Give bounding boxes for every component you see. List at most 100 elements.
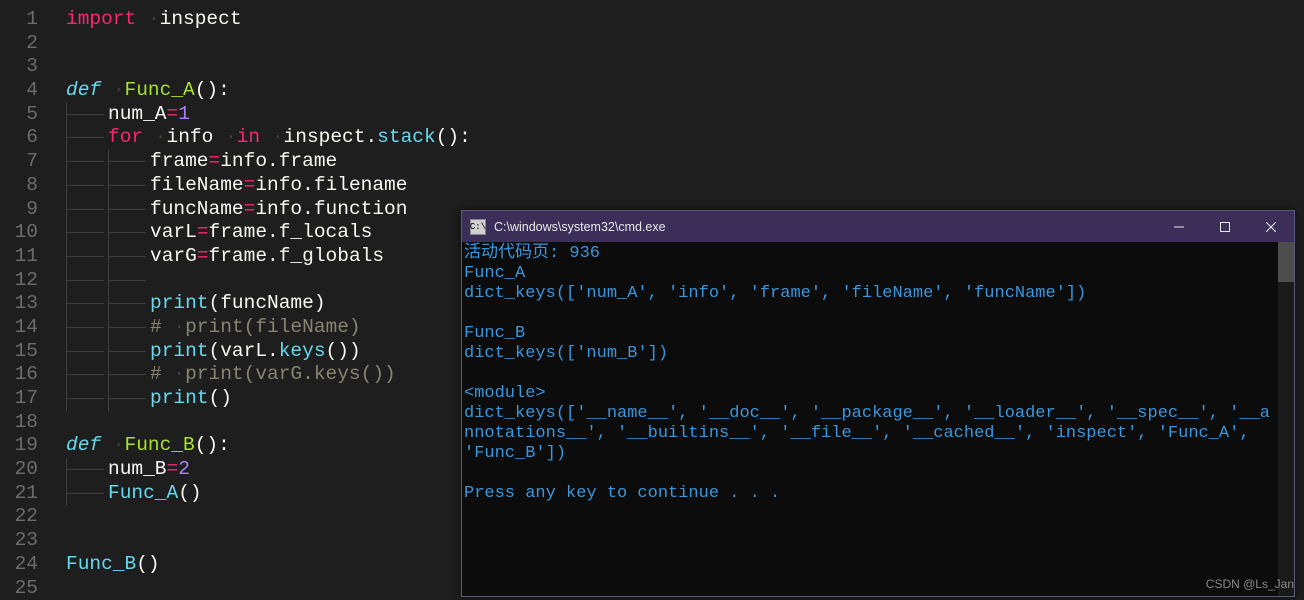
token-ident: fileName [150, 174, 244, 196]
token-ident: info [255, 198, 302, 220]
line-number: 2 [0, 32, 38, 56]
token-ws-dot: · [113, 434, 125, 456]
token-call-fn: Func_A [108, 482, 178, 504]
line-number: 24 [0, 553, 38, 577]
token-ident: info [220, 150, 267, 172]
token-ws [260, 126, 272, 148]
token-ident: varL [150, 221, 197, 243]
console-window[interactable]: C:\ C:\windows\system32\cmd.exe 活动代码页: 9… [461, 210, 1295, 597]
token-op: = [197, 245, 209, 267]
token-op: = [209, 150, 221, 172]
minimize-icon [1174, 222, 1184, 232]
token-ident: inspect [160, 8, 242, 30]
line-number: 11 [0, 245, 38, 269]
token-ident: funcName [150, 198, 244, 220]
token-kw-import: import [66, 8, 136, 30]
code-line[interactable]: import ·inspect [66, 8, 1304, 32]
line-number: 5 [0, 103, 38, 127]
close-button[interactable] [1248, 211, 1294, 242]
token-ident: num_B [108, 458, 167, 480]
line-number: 23 [0, 529, 38, 553]
close-icon [1266, 222, 1276, 232]
line-number: 20 [0, 458, 38, 482]
console-scroll-thumb[interactable] [1278, 242, 1294, 282]
token-ws [101, 79, 113, 101]
token-op: = [244, 174, 256, 196]
token-ident: filename [314, 174, 408, 196]
token-ident: f_globals [279, 245, 384, 267]
token-ws-dot: · [148, 8, 160, 30]
token-paren: ( [209, 292, 221, 314]
token-ident: inspect [284, 126, 366, 148]
token-comment: print(varG.keys()) [185, 363, 396, 385]
token-kw-def: def [66, 434, 101, 456]
maximize-button[interactable] [1202, 211, 1248, 242]
token-paren: ) [314, 292, 326, 314]
code-line[interactable]: def ·Func_A(): [66, 79, 1304, 103]
token-call-fn: print [150, 292, 209, 314]
token-ident: funcName [220, 292, 314, 314]
token-dot: . [267, 245, 279, 267]
line-number: 10 [0, 221, 38, 245]
code-line[interactable]: fileName=info.filename [66, 174, 1304, 198]
token-ws-dot: · [225, 126, 237, 148]
token-dot: . [302, 198, 314, 220]
console-scrollbar[interactable] [1278, 242, 1294, 596]
token-ws-dot: · [272, 126, 284, 148]
token-ws [101, 434, 113, 456]
token-ident: : [459, 126, 471, 148]
token-paren: ) [349, 340, 361, 362]
token-ws [143, 126, 155, 148]
token-op: = [197, 221, 209, 243]
token-ident: varG [150, 245, 197, 267]
line-number: 25 [0, 577, 38, 600]
line-number: 6 [0, 126, 38, 150]
line-number: 14 [0, 316, 38, 340]
line-number: 3 [0, 55, 38, 79]
line-number: 19 [0, 434, 38, 458]
code-line[interactable]: num_A=1 [66, 103, 1304, 127]
token-dot: . [267, 340, 279, 362]
token-ident: info [167, 126, 214, 148]
line-number: 15 [0, 340, 38, 364]
line-number: 17 [0, 387, 38, 411]
code-line[interactable] [66, 32, 1304, 56]
token-call-fn: keys [279, 340, 326, 362]
token-ident: frame [209, 245, 268, 267]
maximize-icon [1220, 222, 1230, 232]
minimize-button[interactable] [1156, 211, 1202, 242]
token-ws-dot: · [155, 126, 167, 148]
line-number: 16 [0, 363, 38, 387]
line-number: 1 [0, 8, 38, 32]
token-ws-dot: · [173, 316, 185, 338]
token-dot: . [267, 150, 279, 172]
token-ws [136, 8, 148, 30]
token-dot: . [365, 126, 377, 148]
code-line[interactable]: frame=info.frame [66, 150, 1304, 174]
console-titlebar[interactable]: C:\ C:\windows\system32\cmd.exe [462, 211, 1294, 242]
token-call-fn: stack [377, 126, 436, 148]
token-paren: () [195, 79, 218, 101]
watermark: CSDN @Ls_Jan [1206, 577, 1294, 591]
token-kw-def: def [66, 79, 101, 101]
line-number: 22 [0, 505, 38, 529]
code-line[interactable]: for ·info ·in ·inspect.stack(): [66, 126, 1304, 150]
line-number: 8 [0, 174, 38, 198]
token-ident: f_locals [279, 221, 373, 243]
token-paren: () [209, 387, 232, 409]
line-number: 13 [0, 292, 38, 316]
token-call-fn: print [150, 340, 209, 362]
token-op: = [167, 103, 179, 125]
token-fn-name: Func_B [125, 434, 195, 456]
token-paren: () [195, 434, 218, 456]
code-line[interactable] [66, 55, 1304, 79]
token-dot: . [302, 174, 314, 196]
console-output[interactable]: 活动代码页: 936 Func_A dict_keys(['num_A', 'i… [462, 242, 1294, 596]
token-ws-dot: · [113, 79, 125, 101]
token-call-fn: Func_B [66, 553, 136, 575]
console-title: C:\windows\system32\cmd.exe [494, 220, 666, 234]
token-call-fn: print [150, 387, 209, 409]
line-number: 7 [0, 150, 38, 174]
token-kw-for: for [108, 126, 143, 148]
line-number: 12 [0, 269, 38, 293]
